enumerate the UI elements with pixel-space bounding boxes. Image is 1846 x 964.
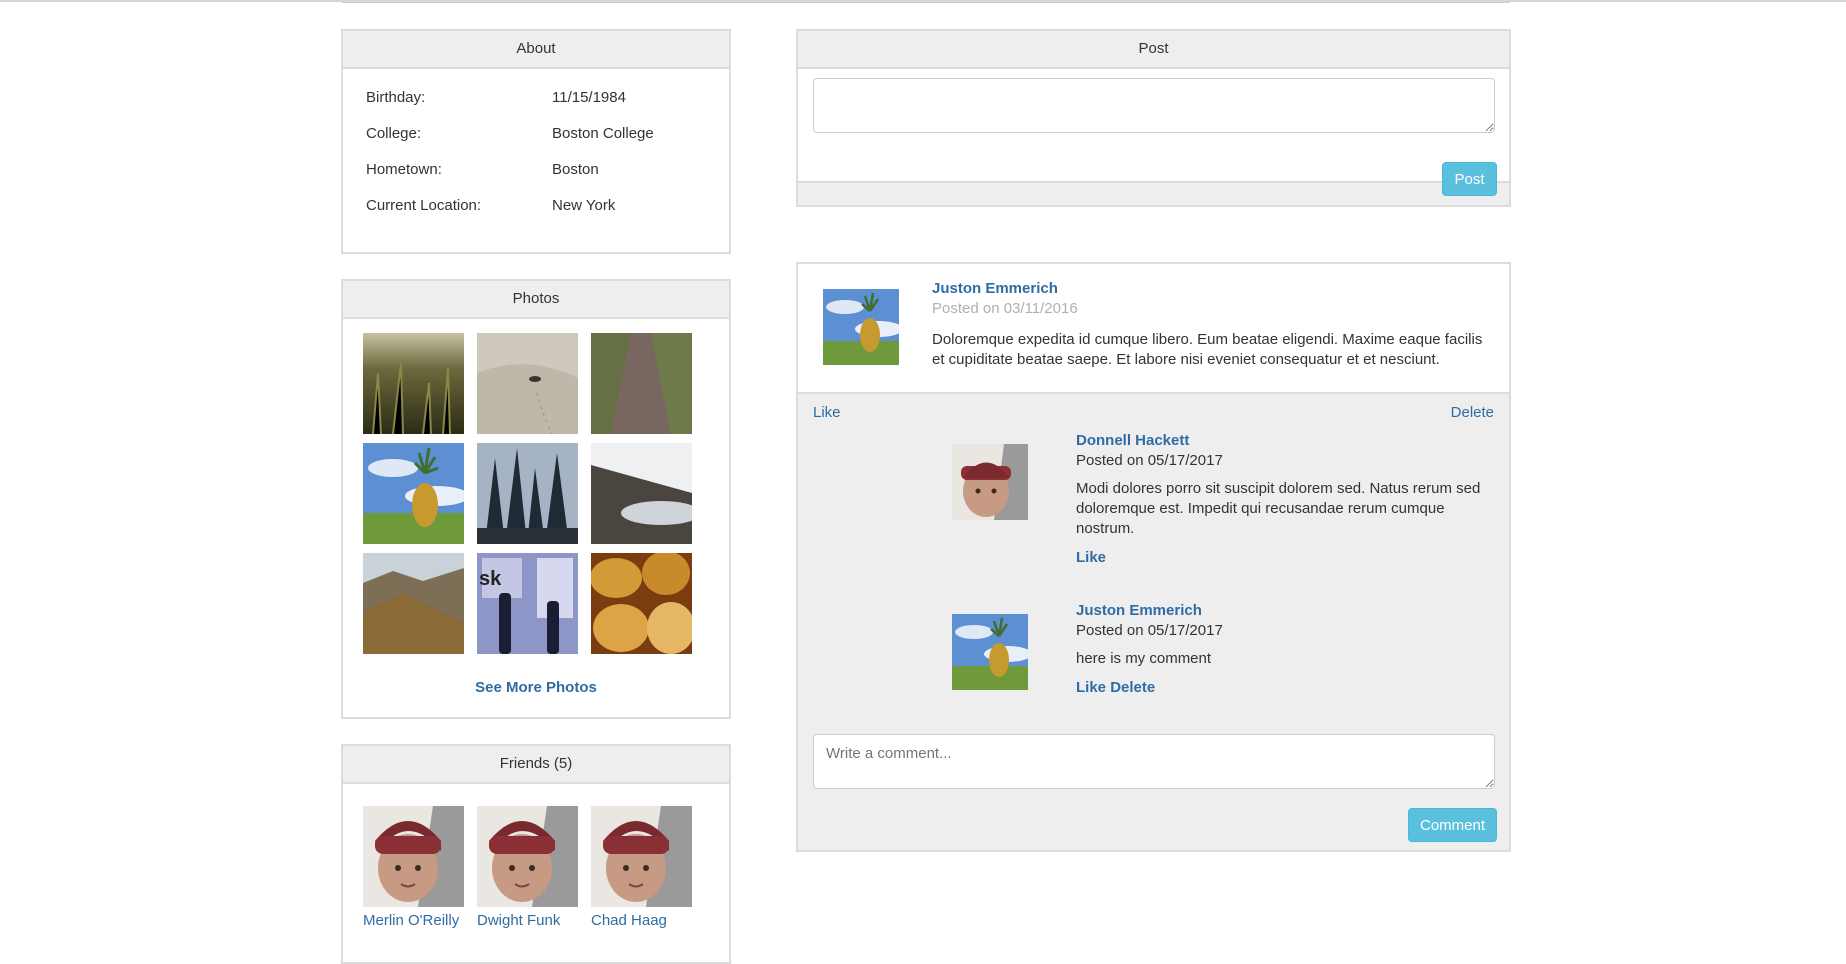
post-delete-link[interactable]: Delete	[1451, 404, 1494, 421]
comment-text: here is my comment	[1076, 650, 1212, 667]
comment-delete-link[interactable]: Delete	[1110, 679, 1155, 696]
photo-pineapple[interactable]	[363, 443, 464, 544]
photo-forest[interactable]	[477, 443, 578, 544]
comment-button[interactable]: Comment	[1408, 808, 1497, 842]
friend-name-link[interactable]: Dwight Funk	[477, 912, 578, 929]
post-button[interactable]: Post	[1442, 162, 1497, 196]
friend-avatar[interactable]	[363, 806, 464, 907]
photo-potatoes[interactable]	[591, 553, 692, 654]
comment-author-link[interactable]: Juston Emmerich	[1076, 602, 1486, 619]
photo-path[interactable]	[591, 333, 692, 434]
post-body-text: Doloremque expedita id cumque libero. Eu…	[932, 331, 1483, 368]
post-author-link[interactable]: Juston Emmerich	[932, 280, 1078, 297]
comment-text: Modi dolores porro sit suscipit dolorem …	[1076, 480, 1481, 537]
photo-grass[interactable]	[363, 333, 464, 434]
post-composer-panel: Post Post	[796, 29, 1511, 207]
friend-card: Dwight Funk	[477, 806, 578, 929]
post-header: Juston Emmerich Posted on 03/11/2016 Dol…	[798, 264, 1509, 394]
friends-panel: Friends (5) Merlin O'Reilly Dwight Funk …	[341, 744, 731, 964]
friend-name-link[interactable]: Merlin O'Reilly	[363, 912, 464, 929]
about-title: About	[343, 31, 729, 69]
about-label-birthday: Birthday:	[366, 89, 426, 106]
friend-avatar[interactable]	[591, 806, 692, 907]
friend-name-link[interactable]: Chad Haag	[591, 912, 692, 929]
svg-text:sk: sk	[479, 568, 502, 590]
comment-date: Posted on 05/17/2017	[1076, 452, 1223, 469]
post-author-avatar[interactable]	[823, 289, 899, 365]
comment-like-link[interactable]: Like	[1076, 549, 1486, 566]
photo-clouds[interactable]	[591, 443, 692, 544]
feed-post: Juston Emmerich Posted on 03/11/2016 Dol…	[796, 262, 1511, 852]
post-composer-body	[798, 69, 1509, 183]
friend-card: Merlin O'Reilly	[363, 806, 464, 929]
photo-desert[interactable]	[477, 333, 578, 434]
friend-avatar[interactable]	[477, 806, 578, 907]
photos-title: Photos	[343, 281, 729, 319]
about-value-birthday: 11/15/1984	[552, 89, 626, 106]
about-value-hometown: Boston	[552, 161, 599, 178]
photos-panel: Photos sk See More Photos	[341, 279, 731, 719]
post-like-link[interactable]: Like	[813, 404, 841, 421]
photo-mountains[interactable]	[363, 553, 464, 654]
comment-date: Posted on 05/17/2017	[1076, 622, 1223, 639]
post-textarea[interactable]	[813, 78, 1495, 133]
friend-card: Chad Haag	[591, 806, 692, 929]
about-label-location: Current Location:	[366, 197, 482, 214]
comment-author-link[interactable]: Donnell Hackett	[1076, 432, 1486, 449]
about-value-college: Boston College	[552, 125, 654, 142]
comment: Donnell Hackett Posted on 05/17/2017 Mod…	[1076, 432, 1486, 566]
post-composer-title: Post	[798, 31, 1509, 69]
header-divider	[342, 2, 1510, 3]
comment-input[interactable]	[813, 734, 1495, 789]
about-label-college: College:	[366, 125, 422, 142]
comment: Juston Emmerich Posted on 05/17/2017 her…	[1076, 602, 1486, 696]
friends-title: Friends (5)	[343, 746, 729, 784]
about-value-location: New York	[552, 197, 616, 214]
comment-author-avatar[interactable]	[952, 614, 1028, 690]
photo-bottles[interactable]: sk	[477, 553, 578, 654]
see-more-photos-link[interactable]: See More Photos	[343, 679, 729, 696]
about-label-hometown: Hometown:	[366, 161, 442, 178]
post-date: Posted on 03/11/2016	[932, 300, 1078, 317]
about-panel: About Birthday: 11/15/1984 College: Bost…	[341, 29, 731, 254]
comment-author-avatar[interactable]	[952, 444, 1028, 520]
comment-like-link[interactable]: Like	[1076, 679, 1106, 696]
